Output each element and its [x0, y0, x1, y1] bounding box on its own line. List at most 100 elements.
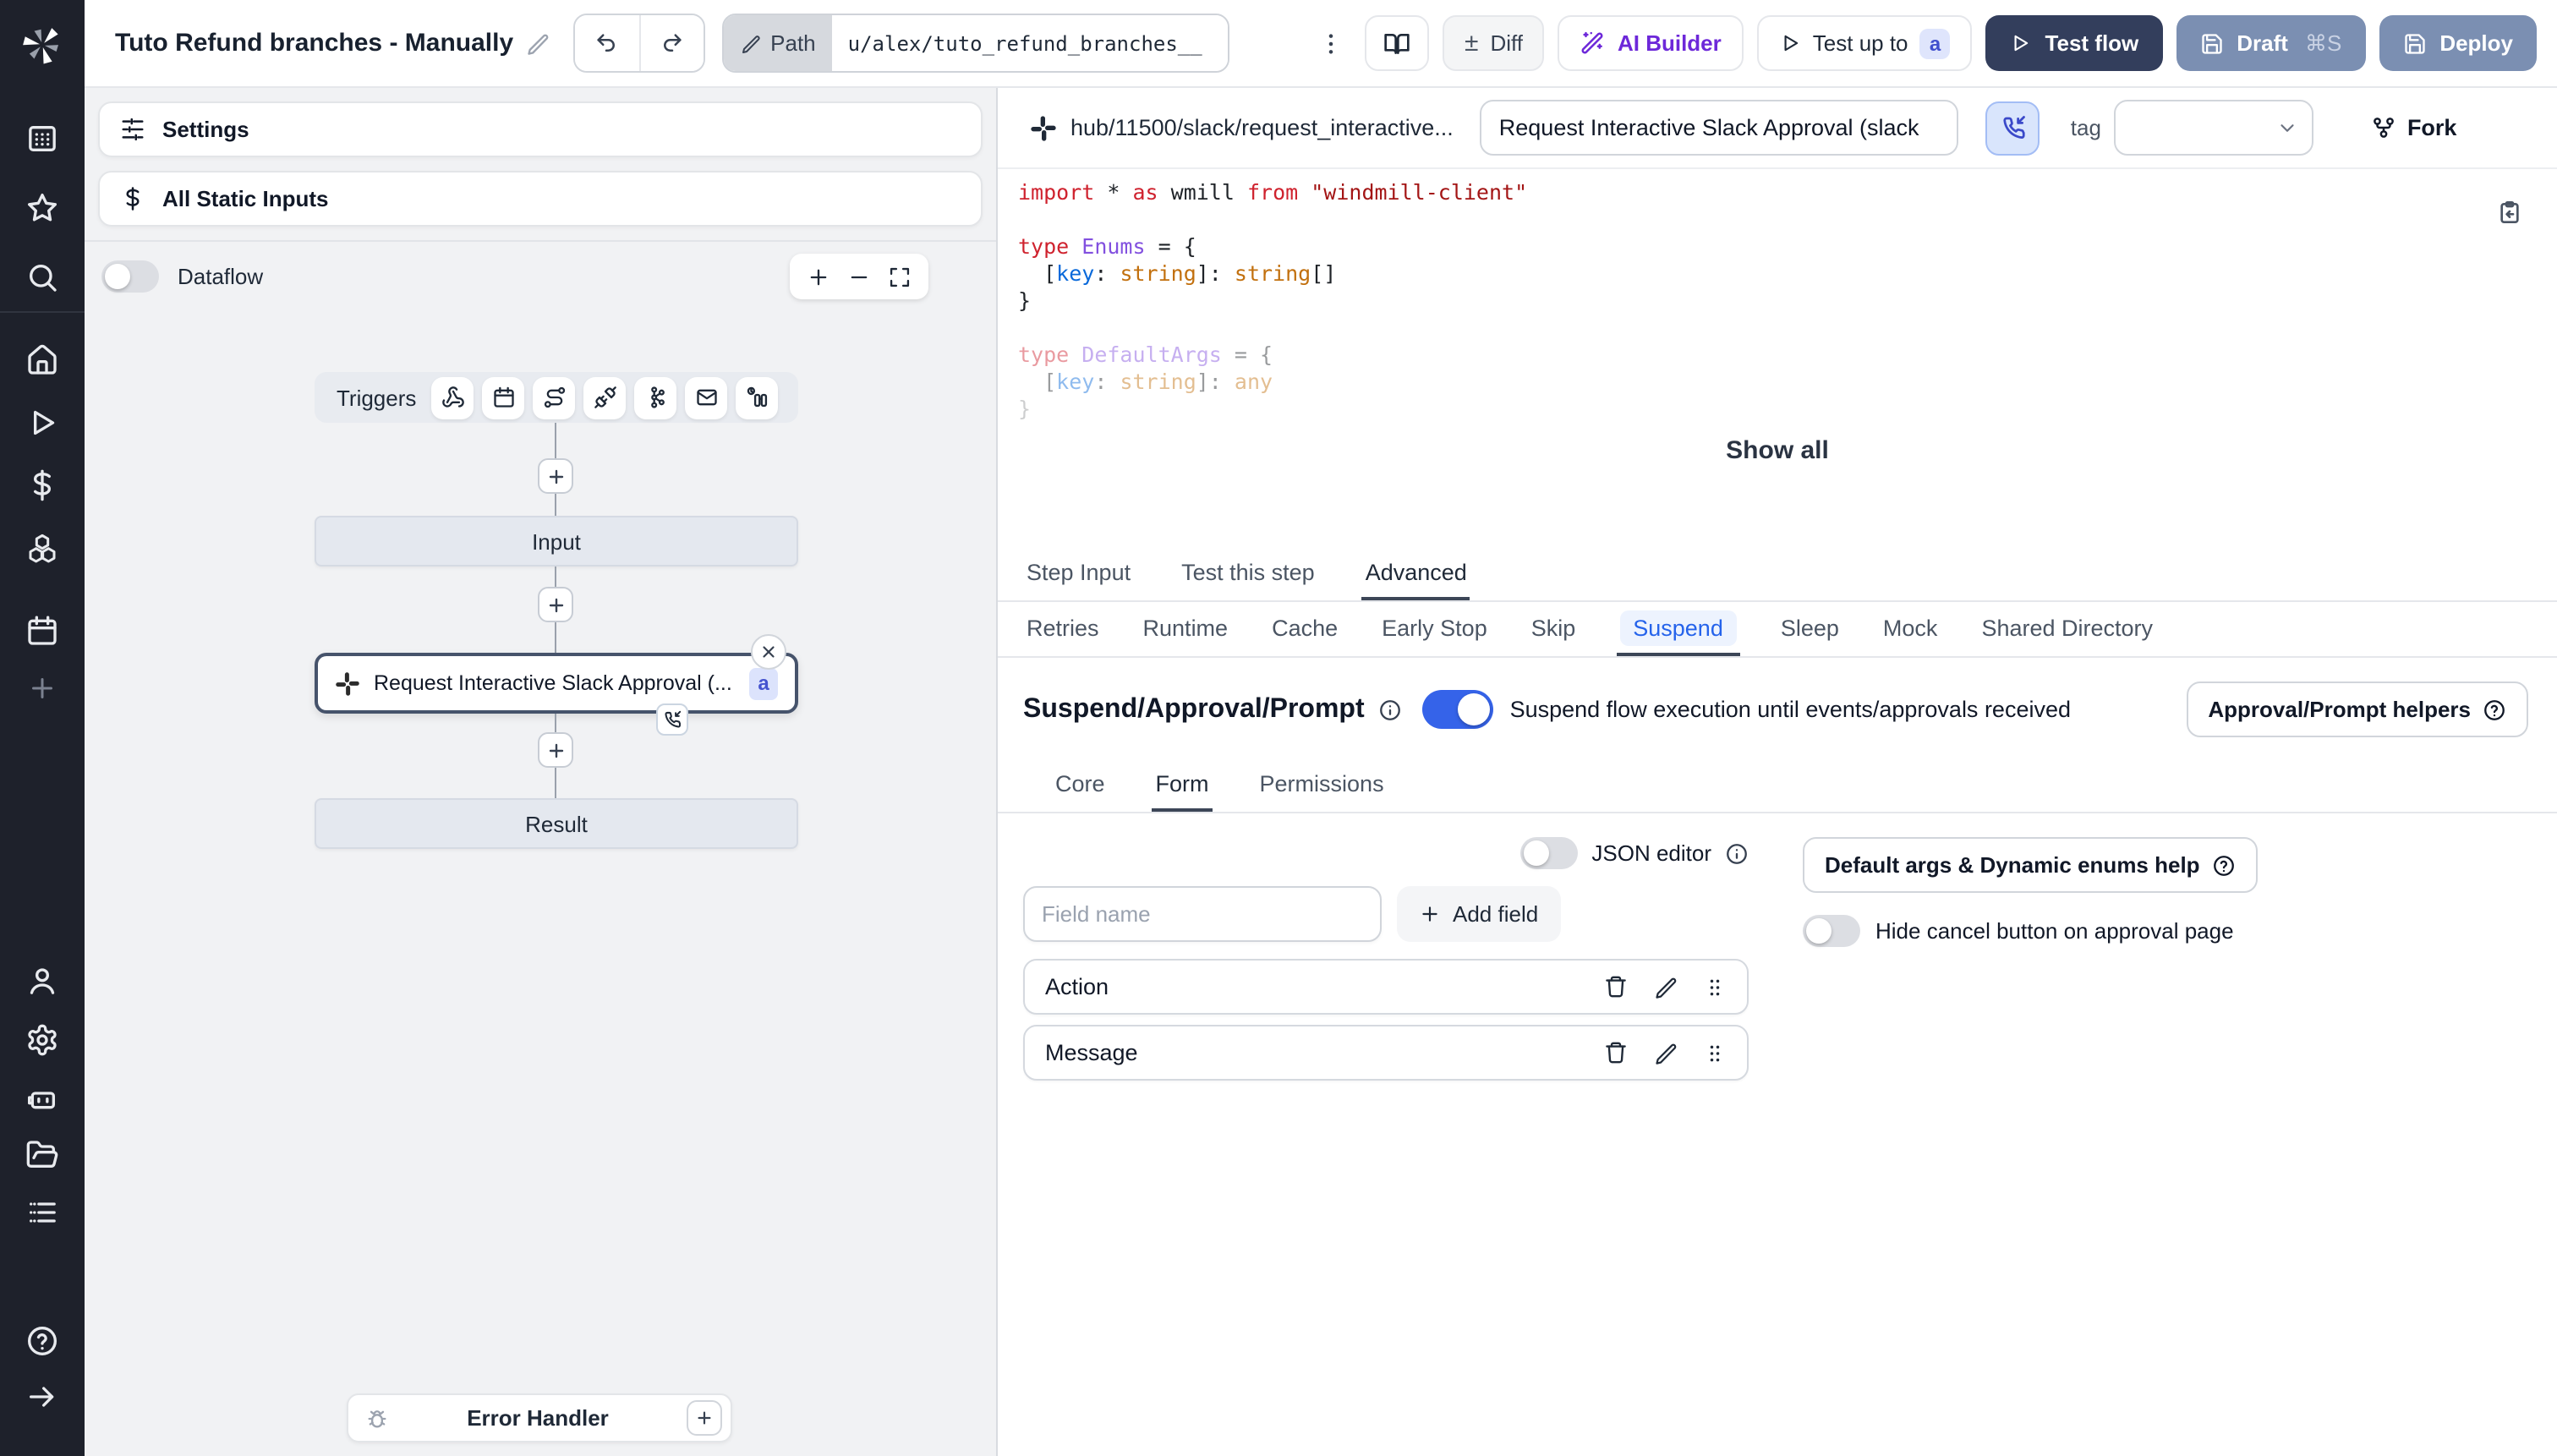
- search-icon[interactable]: [25, 260, 59, 294]
- subtab-retries[interactable]: Retries: [1023, 602, 1103, 656]
- show-all-button[interactable]: Show all: [998, 423, 2557, 482]
- audit-logs-icon[interactable]: [25, 1196, 59, 1229]
- step-id-badge: a: [749, 667, 778, 699]
- help-icon[interactable]: [25, 1324, 59, 1358]
- delete-field-icon[interactable]: [1603, 1040, 1629, 1065]
- add-icon[interactable]: [25, 671, 59, 705]
- redo-button[interactable]: [638, 15, 704, 71]
- delete-step-button[interactable]: [751, 634, 786, 670]
- form-field-row[interactable]: Message: [1023, 1025, 1749, 1081]
- test-flow-button[interactable]: Test flow: [1985, 15, 2163, 71]
- diff-button[interactable]: ± Diff: [1442, 15, 1545, 71]
- advanced-subtabs: Retries Runtime Cache Early Stop Skip Su…: [998, 602, 2557, 658]
- fit-view-button[interactable]: [888, 265, 912, 288]
- triggers-bar[interactable]: Triggers: [315, 372, 798, 423]
- play-icon: [2015, 35, 2029, 52]
- drag-handle-icon[interactable]: [1703, 1041, 1727, 1065]
- field-name-input[interactable]: [1023, 886, 1382, 942]
- schedule-icon[interactable]: [482, 376, 525, 419]
- docs-button[interactable]: [1364, 15, 1429, 71]
- favorites-icon[interactable]: [25, 191, 59, 225]
- subtab-mock[interactable]: Mock: [1880, 602, 1941, 656]
- insert-step-button[interactable]: [538, 732, 573, 768]
- subtab-early-stop[interactable]: Early Stop: [1378, 602, 1491, 656]
- flow-settings-button[interactable]: Settings: [98, 101, 983, 157]
- runs-icon[interactable]: [25, 406, 59, 440]
- insert-step-button[interactable]: [538, 587, 573, 622]
- webhook-icon[interactable]: [431, 376, 474, 419]
- folders-icon[interactable]: [25, 1138, 59, 1172]
- scheduled-poll-icon[interactable]: [736, 376, 779, 419]
- git-fork-icon: [2374, 118, 2395, 138]
- tab-form[interactable]: Form: [1152, 758, 1213, 812]
- code-editor[interactable]: import * as wmill from "windmill-client"…: [998, 169, 2557, 423]
- settings-icon[interactable]: [25, 1023, 59, 1057]
- suspend-toggle[interactable]: [1421, 690, 1493, 729]
- all-static-inputs-button[interactable]: All Static Inputs: [98, 171, 983, 227]
- http-route-icon[interactable]: [533, 376, 576, 419]
- email-icon[interactable]: [685, 376, 728, 419]
- ai-icon[interactable]: [25, 1081, 59, 1114]
- tab-test-this-step[interactable]: Test this step: [1178, 546, 1318, 600]
- step-summary-input[interactable]: [1480, 100, 1959, 156]
- path-input[interactable]: [832, 15, 1229, 71]
- drag-handle-icon[interactable]: [1703, 975, 1727, 999]
- info-icon[interactable]: [1378, 698, 1402, 721]
- edit-title-icon[interactable]: [525, 31, 549, 55]
- subtab-suspend[interactable]: Suspend: [1616, 602, 1740, 656]
- delete-field-icon[interactable]: [1603, 974, 1629, 999]
- tag-select[interactable]: [2114, 100, 2314, 156]
- more-menu-button[interactable]: [1311, 30, 1351, 57]
- path-button[interactable]: Path: [723, 15, 833, 71]
- deploy-button[interactable]: Deploy: [2379, 15, 2537, 71]
- add-field-button[interactable]: Add field: [1397, 886, 1561, 942]
- tab-core[interactable]: Core: [1052, 758, 1109, 812]
- info-icon[interactable]: [1725, 841, 1749, 865]
- ai-builder-button[interactable]: AI Builder: [1558, 15, 1744, 71]
- subtab-cache[interactable]: Cache: [1268, 602, 1341, 656]
- undo-button[interactable]: [574, 15, 639, 71]
- tab-step-input[interactable]: Step Input: [1023, 546, 1134, 600]
- zoom-out-button[interactable]: [847, 265, 871, 288]
- hide-cancel-toggle[interactable]: [1803, 915, 1860, 947]
- input-node[interactable]: Input: [315, 516, 798, 567]
- home-icon[interactable]: [25, 343, 59, 377]
- schedules-icon[interactable]: [25, 614, 59, 648]
- tab-permissions[interactable]: Permissions: [1257, 758, 1388, 812]
- add-error-handler-button[interactable]: [687, 1400, 722, 1436]
- draft-button[interactable]: Draft ⌘S: [2176, 15, 2366, 71]
- collapse-sidebar-icon[interactable]: [25, 1380, 59, 1414]
- workspace-icon[interactable]: [25, 122, 59, 156]
- suspend-indicator-button[interactable]: [1985, 101, 2040, 155]
- insert-step-button[interactable]: [538, 458, 573, 494]
- test-up-to-button[interactable]: Test up to a: [1756, 15, 1973, 71]
- copy-code-icon[interactable]: [2496, 200, 2523, 227]
- edit-field-icon[interactable]: [1654, 975, 1678, 999]
- websocket-icon[interactable]: [583, 376, 627, 419]
- resources-icon[interactable]: [25, 531, 59, 565]
- zoom-in-button[interactable]: [807, 265, 830, 288]
- dataflow-toggle[interactable]: [101, 260, 159, 293]
- tab-advanced[interactable]: Advanced: [1361, 546, 1470, 600]
- slack-approval-step-node[interactable]: Request Interactive Slack Approval (... …: [315, 653, 798, 714]
- default-args-help-button[interactable]: Default args & Dynamic enums help: [1803, 837, 2258, 893]
- hub-script-path[interactable]: hub/11500/slack/request_interactive...: [1070, 115, 1454, 140]
- phone-incoming-icon: [665, 710, 682, 728]
- kafka-icon[interactable]: [634, 376, 677, 419]
- hide-cancel-label: Hide cancel button on approval page: [1875, 918, 2234, 944]
- variables-icon[interactable]: [25, 468, 59, 502]
- subtab-sleep[interactable]: Sleep: [1777, 602, 1842, 656]
- approval-prompt-helpers-button[interactable]: Approval/Prompt helpers: [2186, 681, 2528, 737]
- fork-button[interactable]: Fork: [2372, 115, 2456, 140]
- edit-field-icon[interactable]: [1654, 1041, 1678, 1065]
- users-icon[interactable]: [25, 964, 59, 998]
- windmill-logo[interactable]: [20, 22, 64, 66]
- subtab-runtime[interactable]: Runtime: [1140, 602, 1232, 656]
- result-node[interactable]: Result: [315, 798, 798, 849]
- subtab-skip[interactable]: Skip: [1528, 602, 1580, 656]
- windmill-flow-editor: Tuto Refund branches - Manually Path u/a…: [0, 0, 2557, 1456]
- form-field-row[interactable]: Action: [1023, 959, 1749, 1015]
- error-handler-node[interactable]: Error Handler: [347, 1393, 732, 1442]
- json-editor-toggle[interactable]: [1520, 837, 1579, 869]
- subtab-shared-directory[interactable]: Shared Directory: [1978, 602, 2156, 656]
